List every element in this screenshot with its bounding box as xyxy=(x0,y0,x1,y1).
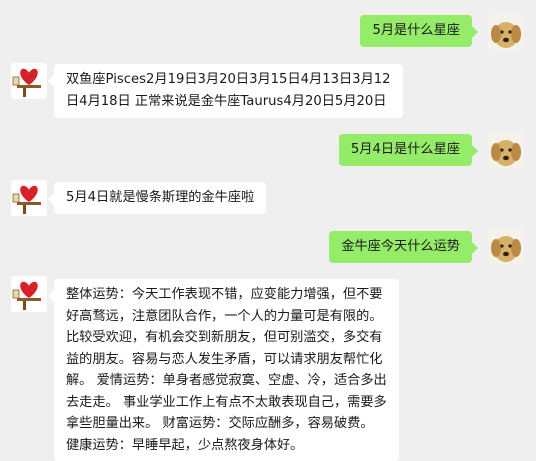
heart-mailbox-icon xyxy=(11,276,47,312)
message-bubble-incoming[interactable]: 整体运势：今天工作表现不错，应变能力增强，但不要 好高骛远，注意团队合作，一个人… xyxy=(48,279,399,461)
message-bubble-outgoing[interactable]: 5月4日是什么星座 xyxy=(338,134,479,166)
message-bubble-outgoing[interactable]: 5月是什么星座 xyxy=(360,15,478,47)
heart-mailbox-icon xyxy=(11,180,47,216)
bot-avatar[interactable] xyxy=(11,180,47,216)
message-bubble-incoming[interactable]: 双鱼座Pisces2月19日3月20日3月15日4月13日3月12 日4月18日… xyxy=(48,64,403,118)
bot-avatar[interactable] xyxy=(11,63,47,99)
user-avatar[interactable] xyxy=(488,14,524,50)
message-bubble-incoming[interactable]: 5月4日就是慢条斯理的金牛座啦 xyxy=(47,182,267,214)
heart-mailbox-icon xyxy=(11,63,47,99)
dog-avatar-icon xyxy=(488,132,524,168)
dog-avatar-icon xyxy=(488,14,524,50)
user-avatar[interactable] xyxy=(488,132,524,168)
user-avatar[interactable] xyxy=(488,228,524,264)
message-bubble-outgoing[interactable]: 金牛座今天什么运势 xyxy=(329,231,478,263)
dog-avatar-icon xyxy=(488,228,524,264)
bot-avatar[interactable] xyxy=(11,276,47,312)
